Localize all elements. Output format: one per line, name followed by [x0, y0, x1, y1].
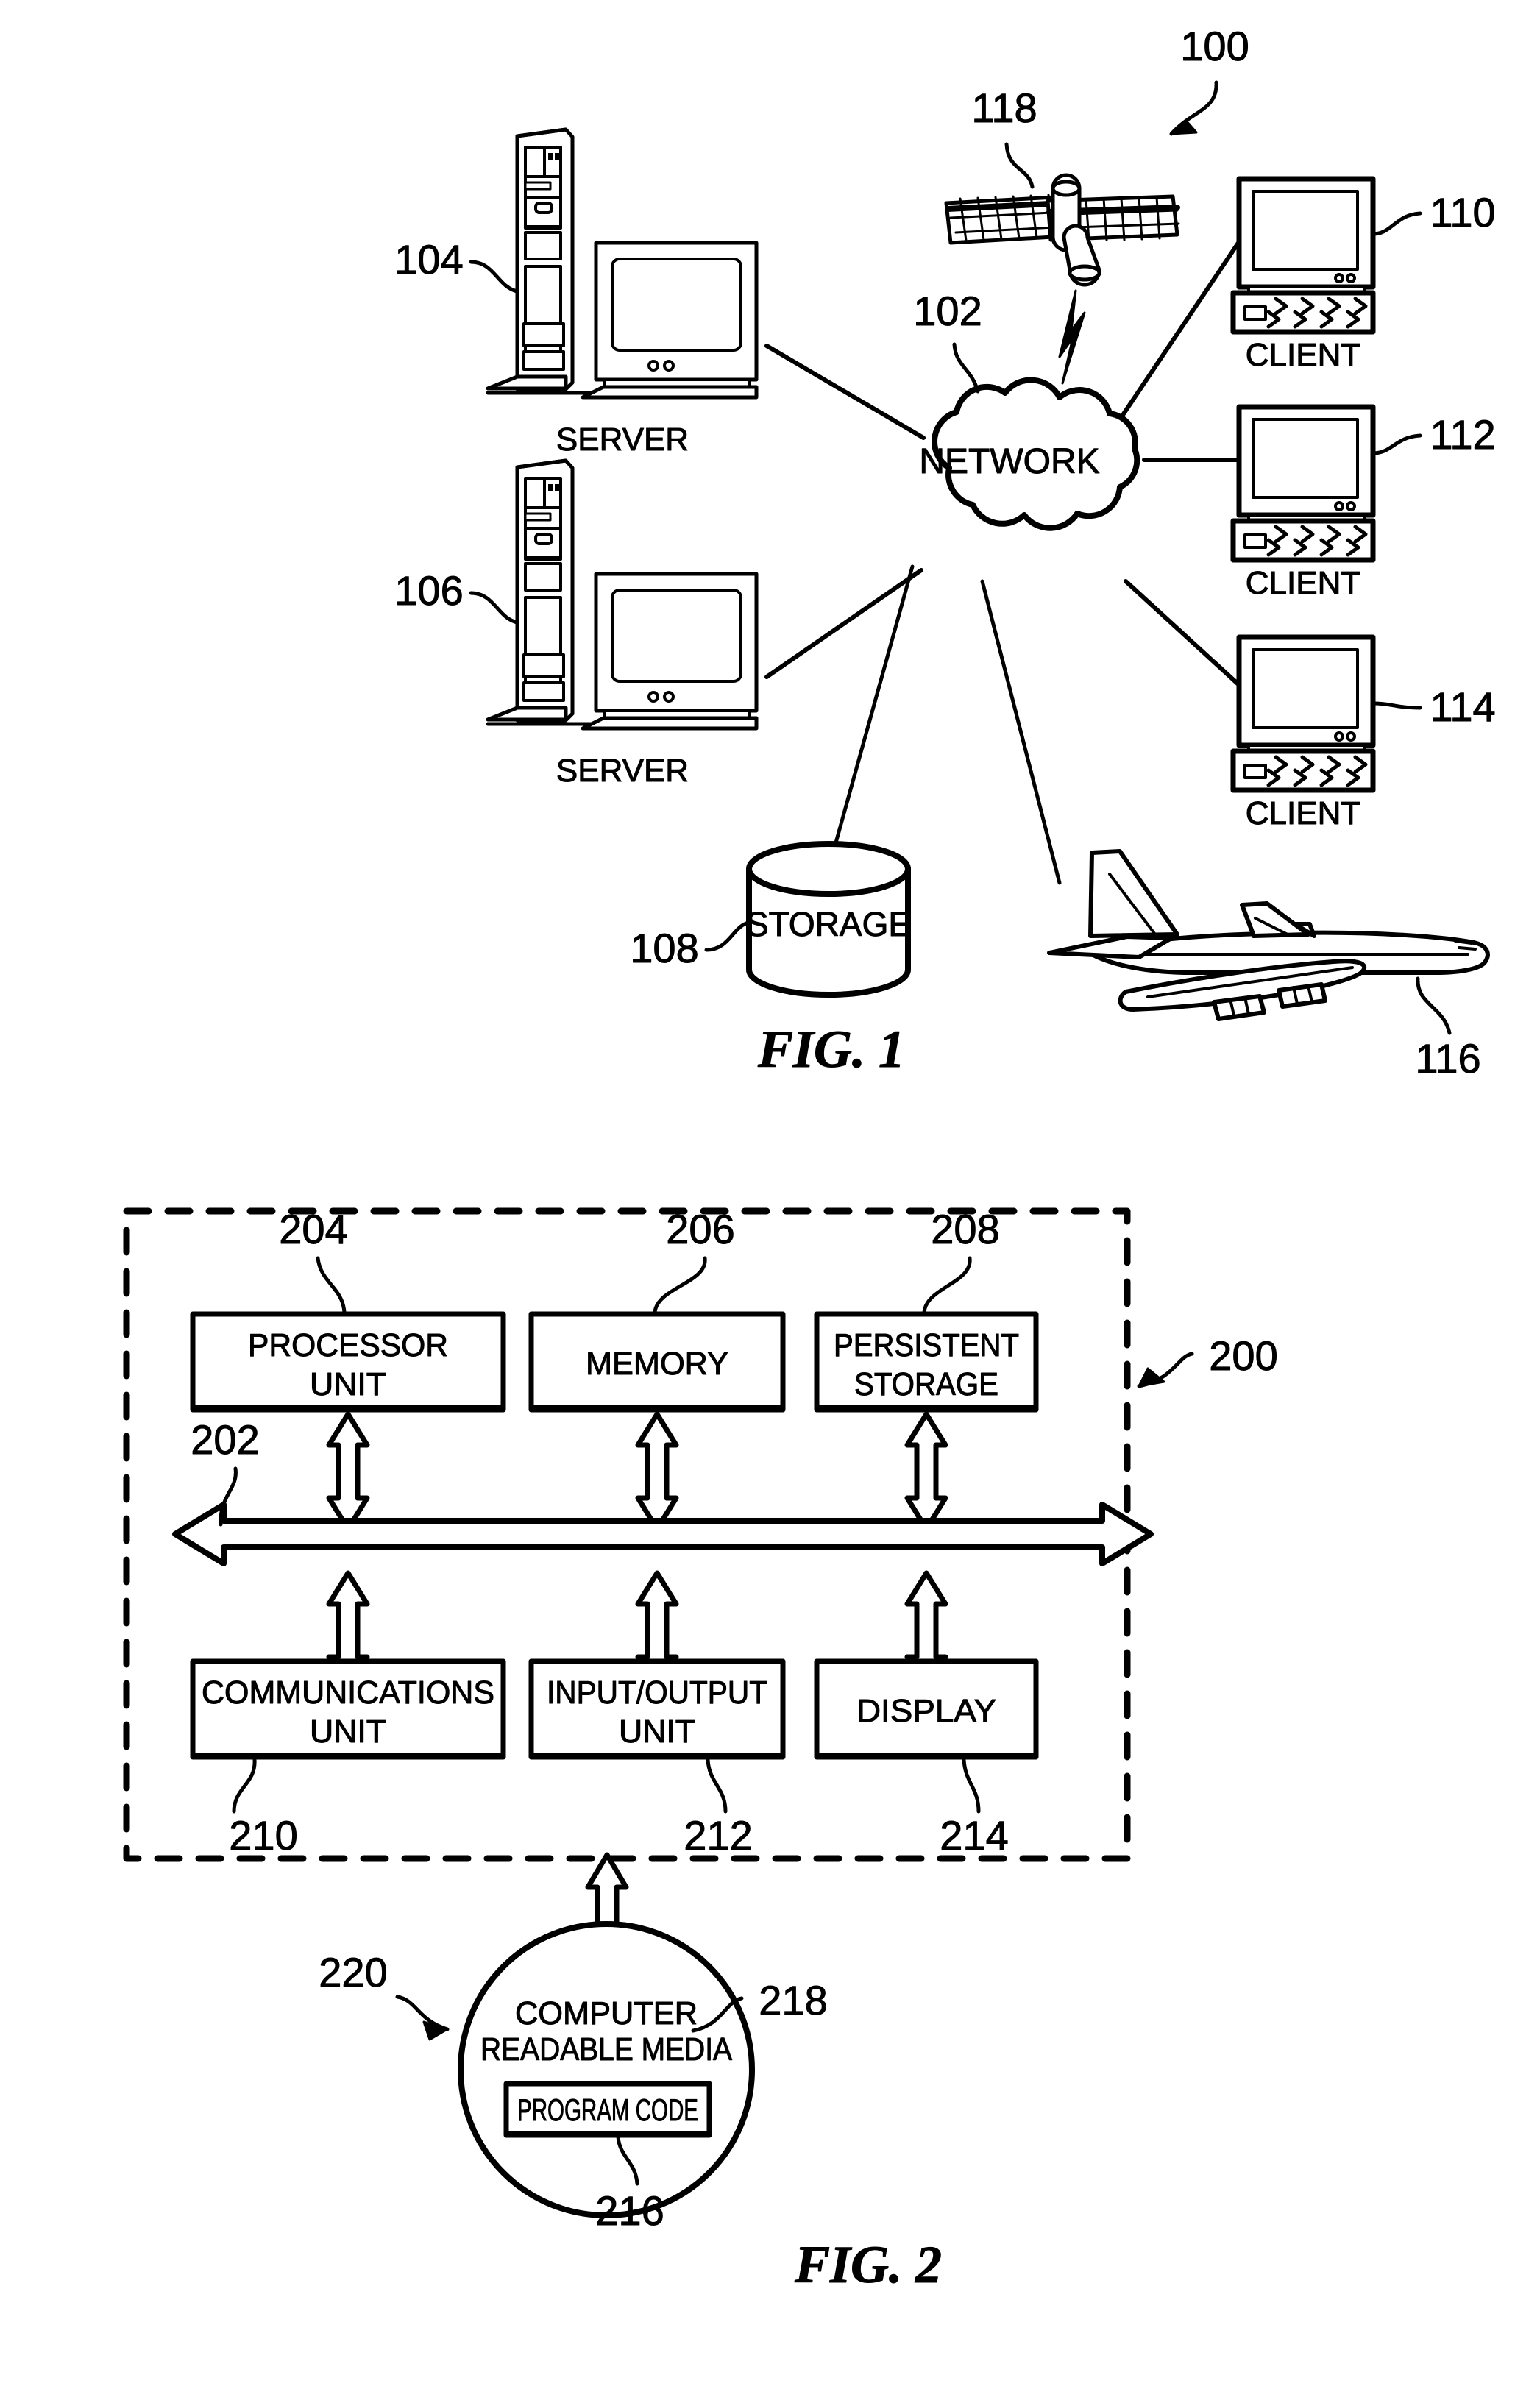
computer-readable-media	[458, 1921, 755, 2218]
server-104-caption: SERVER	[556, 422, 689, 458]
ref-204-leader	[316, 1256, 347, 1315]
box-communications-unit-line1: COMMUNICATIONS	[202, 1675, 494, 1711]
ref-104-label: 104	[394, 236, 463, 283]
box-processor-unit-line2: UNIT	[310, 1366, 386, 1402]
ref-210-leader	[232, 1758, 257, 1814]
ref-100-leader	[1169, 80, 1218, 136]
client-112-caption: CLIENT	[1246, 565, 1360, 601]
ref-114-leader	[1371, 701, 1422, 710]
box-persistent-storage-line2: STORAGE	[854, 1366, 998, 1402]
ref-214-leader	[962, 1758, 981, 1814]
ref-108-leader	[704, 920, 751, 952]
ref-108-label: 108	[630, 925, 698, 971]
client-114	[1230, 634, 1376, 793]
ref-102-leader	[952, 342, 980, 394]
ref-206-label: 206	[666, 1206, 734, 1252]
ref-220-label: 220	[319, 1949, 387, 1995]
box-display-label: DISPLAY	[856, 1693, 996, 1729]
figure-2-caption: FIG. 2	[794, 2235, 942, 2294]
ref-220-leader	[395, 1995, 450, 2041]
ref-110-leader	[1371, 211, 1422, 236]
arrow-memory-bus	[635, 1411, 679, 1532]
box-input-output-unit-line2: UNIT	[619, 1714, 695, 1750]
arrow-processor-bus	[326, 1411, 370, 1532]
ref-200-leader	[1137, 1352, 1194, 1388]
figure-1-caption: FIG. 1	[757, 1020, 905, 1079]
ref-210-label: 210	[229, 1812, 297, 1859]
box-memory-label: MEMORY	[586, 1346, 728, 1382]
link-client-110	[1118, 241, 1241, 422]
link-storage-108	[826, 564, 915, 874]
ref-212-leader	[706, 1758, 728, 1814]
ref-102-label: 102	[913, 288, 982, 334]
ref-200-label: 200	[1209, 1332, 1277, 1379]
client-110-caption: CLIENT	[1246, 337, 1360, 373]
ref-206-leader	[653, 1256, 707, 1315]
server-106	[486, 458, 759, 731]
link-server-104	[764, 344, 926, 440]
media-label-line2: READABLE MEDIA	[480, 2031, 733, 2067]
ref-106-label: 106	[394, 567, 463, 614]
server-104	[486, 127, 759, 400]
ref-214-label: 214	[940, 1812, 1008, 1859]
ref-208-label: 208	[931, 1206, 999, 1252]
figure-1: 100 SERVER 104 SERVER 106 118 NETWORK 10…	[0, 0, 1540, 2389]
network-label: NETWORK	[919, 442, 1099, 481]
client-110	[1230, 176, 1376, 335]
ref-114-label: 114	[1430, 684, 1495, 730]
box-processor-unit-line1: PROCESSOR	[248, 1327, 448, 1363]
link-client-114	[1124, 579, 1241, 686]
box-input-output-unit-line1: INPUT/OUTPUT	[547, 1675, 767, 1711]
server-106-caption: SERVER	[556, 753, 689, 789]
ref-112-label: 112	[1430, 411, 1495, 458]
network-links	[764, 241, 1244, 885]
ref-216-label: 216	[595, 2187, 664, 2234]
ref-118-leader	[1004, 142, 1035, 189]
ref-218-label: 218	[759, 1977, 827, 2023]
ref-104-leader	[469, 260, 519, 294]
ref-112-leader	[1371, 433, 1422, 455]
ref-202-label: 202	[191, 1416, 259, 1463]
satellite-downlink-bolt	[1058, 289, 1086, 385]
arrow-storage-bus	[904, 1411, 948, 1532]
ref-116-label: 116	[1415, 1035, 1480, 1082]
ref-106-leader	[469, 591, 519, 625]
ref-110-label: 110	[1430, 189, 1495, 235]
client-112	[1230, 404, 1376, 563]
bus-connector-arrows-top	[326, 1411, 948, 1532]
box-persistent-storage-line1: PERSISTENT	[834, 1327, 1019, 1363]
box-program-code-label: PROGRAM CODE	[517, 2092, 698, 2127]
ref-116-leader	[1416, 976, 1452, 1035]
ref-212-label: 212	[684, 1812, 752, 1859]
media-label-line1: COMPUTER	[515, 1995, 698, 2031]
client-114-caption: CLIENT	[1246, 795, 1360, 831]
satellite-icon	[944, 173, 1180, 287]
ref-204-label: 204	[279, 1206, 347, 1252]
ref-100-label: 100	[1180, 23, 1249, 69]
box-communications-unit-line2: UNIT	[310, 1714, 386, 1750]
ref-118-label: 118	[971, 85, 1037, 131]
storage-label: STORAGE	[746, 905, 911, 943]
ref-208-leader	[922, 1256, 972, 1315]
link-aircraft-116	[980, 579, 1062, 885]
